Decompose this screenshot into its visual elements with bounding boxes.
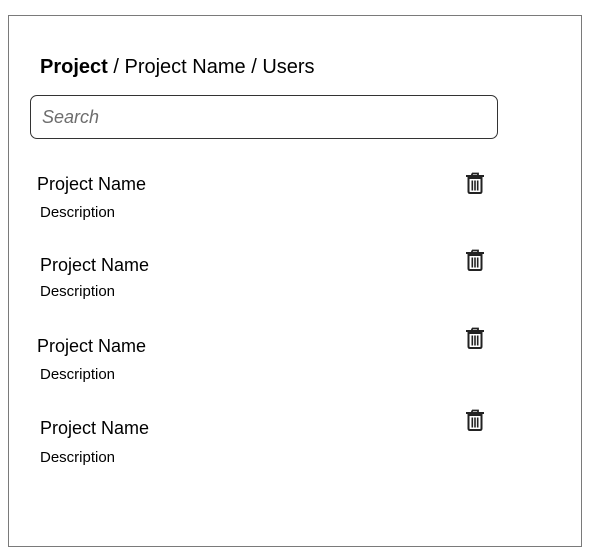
breadcrumb-current: Users [262, 56, 315, 78]
search-box [30, 95, 498, 139]
breadcrumb-root[interactable]: Project [40, 56, 108, 78]
breadcrumb-separator: / [245, 56, 263, 78]
breadcrumb-separator: / [107, 56, 125, 78]
breadcrumb-project[interactable]: Project Name [124, 56, 245, 78]
trash-icon[interactable] [465, 172, 485, 194]
item-description: Description [40, 283, 116, 300]
breadcrumb: Project / Project Name / Users [40, 55, 315, 79]
list-item: Project Name Description [0, 409, 593, 484]
trash-icon[interactable] [465, 249, 485, 271]
trash-icon[interactable] [465, 409, 485, 431]
item-title: Project Name [37, 174, 147, 194]
item-title: Project Name [40, 418, 150, 438]
item-title: Project Name [37, 336, 147, 356]
list-item: Project Name Description [0, 170, 593, 240]
item-description: Description [40, 204, 116, 221]
item-description: Description [40, 449, 116, 466]
trash-icon[interactable] [465, 327, 485, 349]
item-description: Description [40, 366, 116, 383]
item-title: Project Name [40, 255, 150, 275]
list-item: Project Name Description [0, 327, 593, 402]
search-input[interactable] [42, 96, 482, 138]
list-item: Project Name Description [0, 249, 593, 321]
